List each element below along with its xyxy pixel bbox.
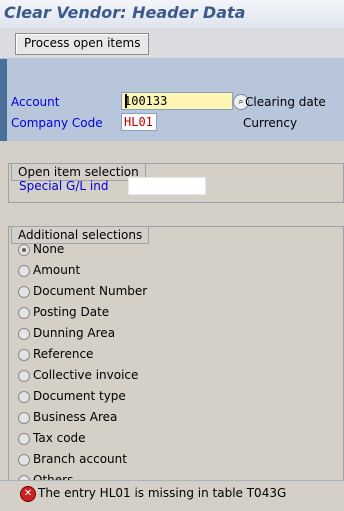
account-value: 100133 <box>124 94 168 108</box>
text-cursor <box>125 94 127 108</box>
header-stripe <box>0 59 7 141</box>
status-message[interactable]: The entry HL01 is missing in table T043G <box>38 486 286 500</box>
radio-button[interactable] <box>18 412 30 424</box>
additional-selections-title: Additional selections <box>11 226 150 244</box>
radio-button[interactable] <box>18 391 30 403</box>
company-code-label: Company Code <box>11 116 103 130</box>
status-bar: ✕ The entry HL01 is missing in table T04… <box>0 480 344 511</box>
currency-label: Currency <box>243 116 298 130</box>
radio-button[interactable] <box>18 454 30 466</box>
clearing-date-label: Clearing date <box>245 95 326 109</box>
window-title: Clear Vendor: Header Data <box>4 3 246 22</box>
account-label: Account <box>11 95 60 109</box>
process-open-items-button[interactable]: Process open items <box>15 33 150 55</box>
open-item-selection-group: Open item selection Special G/L ind <box>8 163 344 203</box>
radio-button[interactable] <box>18 328 30 340</box>
radio-button[interactable] <box>18 370 30 382</box>
radio-button[interactable] <box>18 307 30 319</box>
error-icon: ✕ <box>20 486 36 502</box>
company-code-input[interactable]: HL01 <box>121 113 157 131</box>
account-input[interactable]: 100133 <box>121 92 233 110</box>
special-gl-input[interactable] <box>128 177 206 195</box>
radio-button[interactable] <box>18 286 30 298</box>
radio-button[interactable] <box>18 265 30 277</box>
special-gl-label: Special G/L ind <box>19 179 109 193</box>
radio-button[interactable] <box>18 349 30 361</box>
radio-button-selected[interactable] <box>18 244 30 256</box>
application-toolbar: Process open items <box>0 28 344 59</box>
radio-button[interactable] <box>18 433 30 445</box>
title-bar: Clear Vendor: Header Data <box>0 0 344 28</box>
